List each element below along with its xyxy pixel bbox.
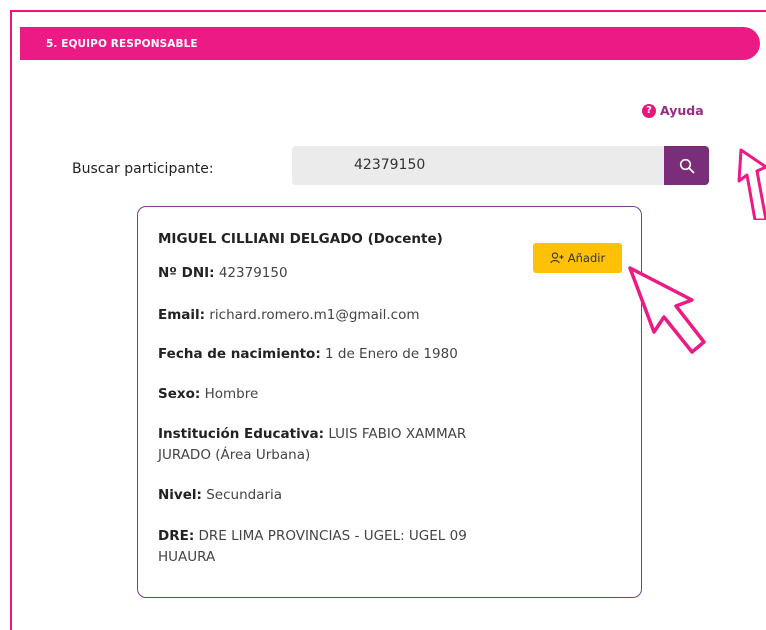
search-icon <box>679 158 694 173</box>
field-dre: DRE: DRE LIMA PROVINCIAS - UGEL: UGEL 09… <box>158 526 503 568</box>
pointer-arrow-icon <box>628 266 706 354</box>
participant-name: MIGUEL CILLIANI DELGADO (Docente) <box>158 231 443 247</box>
add-button-label: Añadir <box>567 251 606 265</box>
field-email-label: Email: <box>158 307 206 323</box>
field-sex: Sexo: Hombre <box>158 384 518 405</box>
help-label: Ayuda <box>660 103 704 118</box>
help-link[interactable]: ? Ayuda <box>642 103 704 118</box>
search-input[interactable] <box>292 146 664 185</box>
field-sex-label: Sexo: <box>158 386 201 402</box>
section-header: 5. EQUIPO RESPONSABLE <box>20 27 760 60</box>
question-circle-icon: ? <box>642 103 656 118</box>
field-email: Email: richard.romero.m1@gmail.com <box>158 305 518 326</box>
field-dni-value: 42379150 <box>218 265 288 281</box>
section-title: 5. EQUIPO RESPONSABLE <box>46 37 198 50</box>
field-school: Institución Educativa: LUIS FABIO XAMMAR… <box>158 424 503 466</box>
field-dni: Nº DNI: 42379150 <box>158 263 518 284</box>
add-user-icon <box>550 252 564 264</box>
field-school-label: Institución Educativa: <box>158 426 325 442</box>
search-bar <box>292 146 709 185</box>
pointer-arrow-icon <box>737 148 766 220</box>
field-level-label: Nivel: <box>158 487 202 503</box>
field-dre-value: DRE LIMA PROVINCIAS - UGEL: UGEL 09 HUAU… <box>158 528 467 565</box>
field-birthdate-label: Fecha de nacimiento: <box>158 346 321 362</box>
search-button[interactable] <box>664 146 709 185</box>
field-email-value: richard.romero.m1@gmail.com <box>209 307 420 323</box>
field-level: Nivel: Secundaria <box>158 485 518 506</box>
field-birthdate: Fecha de nacimiento: 1 de Enero de 1980 <box>158 344 518 365</box>
field-level-value: Secundaria <box>206 487 283 503</box>
add-participant-button[interactable]: Añadir <box>533 243 622 273</box>
field-birthdate-value: 1 de Enero de 1980 <box>325 346 458 362</box>
field-sex-value: Hombre <box>204 386 259 402</box>
search-label: Buscar participante: <box>72 161 214 177</box>
field-dni-label: Nº DNI: <box>158 265 215 281</box>
field-dre-label: DRE: <box>158 528 195 544</box>
